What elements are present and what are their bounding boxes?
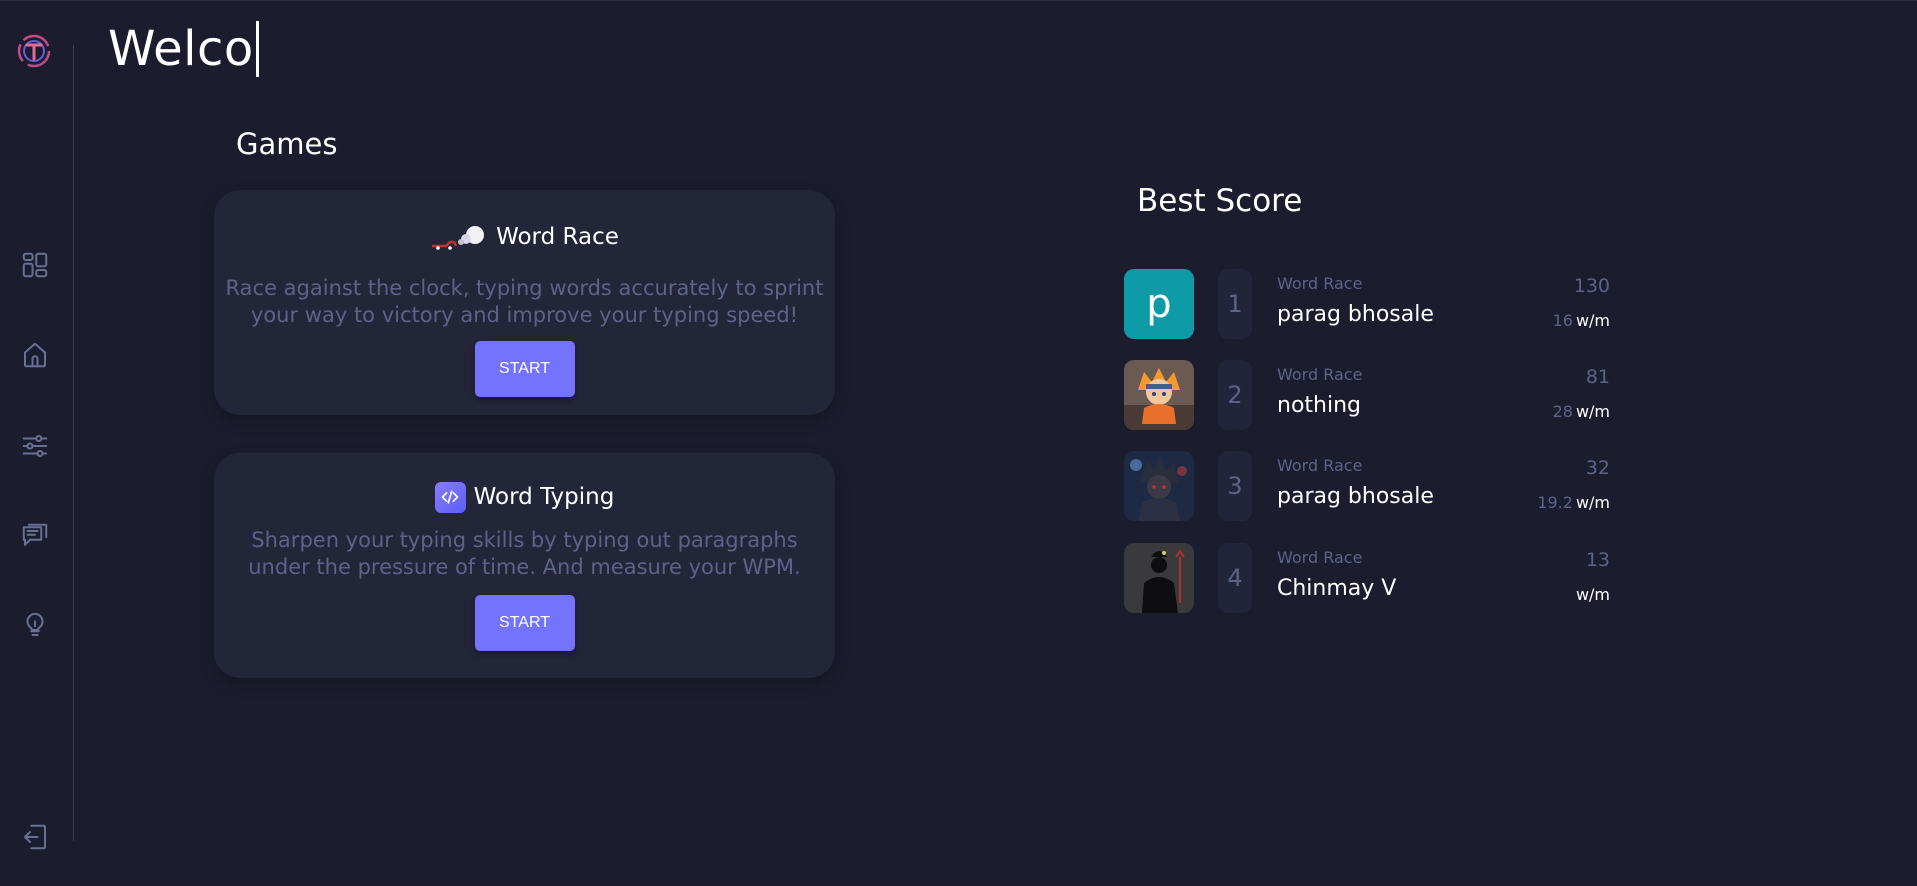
welcome-text: Welco [108, 21, 254, 77]
wpm-unit: w/m [1575, 493, 1610, 512]
player-name: nothing [1277, 393, 1361, 418]
card-description: Race against the clock, typing words acc… [225, 276, 824, 327]
welcome-heading: Welco [108, 17, 259, 81]
wpm: 28 w/m [1553, 402, 1610, 421]
avatar [1124, 543, 1194, 613]
avatar [1124, 451, 1194, 521]
word-typing-start-button[interactable]: START [474, 595, 575, 651]
settings-sliders-icon[interactable] [18, 429, 52, 463]
leaderboard-row[interactable]: 4 Word Race Chinmay V 13 w/m [1124, 543, 1768, 613]
game-name: Word Race [1277, 456, 1363, 475]
race-car-icon [432, 226, 485, 250]
score-value: 13 [1585, 549, 1610, 571]
home-icon[interactable] [18, 338, 52, 372]
score-value: 32 [1585, 457, 1610, 479]
wpm-unit: w/m [1575, 311, 1610, 330]
game-name: Word Race [1277, 548, 1363, 567]
rank-badge: 4 [1218, 543, 1252, 613]
avatar-letter: p [1146, 281, 1172, 327]
wpm: 16 w/m [1553, 311, 1610, 330]
card-header: Word Race [214, 222, 835, 252]
logout-icon[interactable] [18, 820, 52, 854]
typing-caret [255, 21, 259, 77]
rank-badge: 3 [1218, 451, 1252, 521]
wpm-value: 28 [1552, 402, 1573, 421]
score-value: 81 [1585, 366, 1610, 388]
code-icon [434, 481, 466, 513]
card-description: Sharpen your typing skills by typing out… [248, 528, 801, 579]
player-name: parag bhosale [1277, 484, 1434, 509]
wpm-value: 19.2 [1537, 493, 1573, 512]
leaderboard-row[interactable]: 2 Word Race nothing 81 28 w/m [1124, 360, 1768, 430]
game-name: Word Race [1277, 365, 1363, 384]
wpm-unit: w/m [1575, 585, 1610, 604]
word-race-start-button[interactable]: START [474, 341, 575, 397]
avatar: p [1124, 269, 1194, 339]
app-logo[interactable] [14, 31, 54, 71]
best-score-title: Best Score [1137, 183, 1303, 219]
sidebar [0, 1, 74, 886]
leaderboard-row[interactable]: p 1 Word Race parag bhosale 130 16 w/m [1124, 269, 1768, 339]
game-card-word-race: Word Race Race against the clock, typing… [214, 190, 835, 415]
games-title: Games [236, 127, 338, 161]
idea-bulb-icon[interactable] [18, 608, 52, 642]
player-name: Chinmay V [1277, 576, 1397, 601]
card-title: Word Race [496, 224, 619, 250]
app-root: Welco Games Word Race Race against the c… [0, 0, 1917, 886]
card-title: Word Typing [473, 484, 615, 510]
rank-badge: 1 [1218, 269, 1252, 339]
avatar [1124, 360, 1194, 430]
wpm: w/m [1573, 585, 1610, 604]
rank-badge: 2 [1218, 360, 1252, 430]
wpm-unit: w/m [1575, 402, 1610, 421]
game-name: Word Race [1277, 274, 1363, 293]
wpm: 19.2 w/m [1537, 493, 1610, 512]
sidebar-divider [73, 45, 74, 841]
card-header: Word Typing [214, 481, 835, 513]
leaderboard-row[interactable]: 3 Word Race parag bhosale 32 19.2 w/m [1124, 451, 1768, 521]
dashboard-icon[interactable] [18, 248, 52, 282]
game-card-word-typing: Word Typing Sharpen your typing skills b… [214, 453, 835, 678]
player-name: parag bhosale [1277, 302, 1434, 327]
feedback-chat-icon[interactable] [18, 519, 52, 553]
wpm-value: 16 [1552, 311, 1573, 330]
score-value: 130 [1573, 275, 1610, 297]
